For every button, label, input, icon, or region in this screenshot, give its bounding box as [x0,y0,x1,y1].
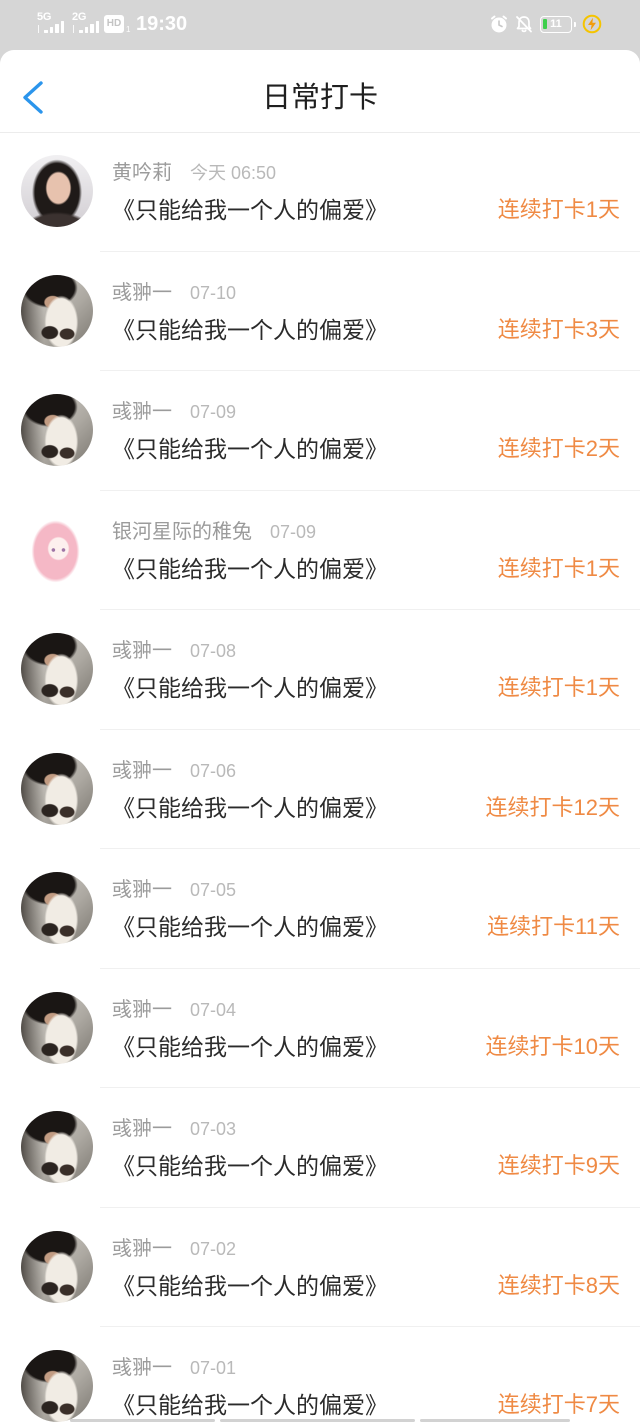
checkin-time: 07-02 [190,1238,237,1259]
charging-icon [582,14,602,34]
bell-off-icon [514,14,534,34]
avatar[interactable] [21,274,93,347]
entry-meta: 彧翀一 07-05 [112,878,236,902]
page-title: 日常打卡 [261,82,378,114]
streak-label: 连续打卡10天 [485,1033,620,1059]
user-name: 彧翀一 [112,998,172,1021]
checkin-time: 07-04 [190,999,237,1020]
checkin-time: 今天 06:50 [190,163,277,183]
checkin-entry[interactable]: 彧翀一 07-02 《只能给我一个人的偏爱》 连续打卡8天 [0,1208,640,1327]
checkin-time: 07-01 [190,1358,237,1378]
avatar[interactable] [21,991,93,1064]
user-name: 黄吟莉 [112,162,172,184]
avatar[interactable] [21,633,93,705]
checkin-time: 07-08 [190,641,237,661]
streak-label: 连续打卡7天 [497,1392,620,1417]
battery-icon: 11 [540,16,576,33]
user-name: 彧翀一 [112,1237,172,1260]
avatar[interactable] [21,513,93,586]
entry-title: 《只能给我一个人的偏爱》 [112,1272,388,1299]
avatar[interactable] [21,872,93,944]
streak-label: 连续打卡12天 [485,794,620,820]
checkin-entry[interactable]: 彧翀一 07-04 《只能给我一个人的偏爱》 连续打卡10天 [0,969,640,1088]
entry-title: 《只能给我一个人的偏爱》 [112,1392,388,1418]
sim1-signal-icon: 5G [36,11,68,35]
entry-meta: 黄吟莉 今天 06:50 [112,161,276,185]
streak-label: 连续打卡3天 [497,316,620,342]
entry-title: 《只能给我一个人的偏爱》 [112,316,388,343]
entry-title: 《只能给我一个人的偏爱》 [112,914,388,940]
data-activity-icon [38,25,42,33]
user-name: 彧翀一 [112,879,172,901]
checkin-entry[interactable]: 银河星际的稚兔 07-09 《只能给我一个人的偏爱》 连续打卡1天 [0,491,640,610]
avatar[interactable] [21,1350,93,1422]
checkin-entry[interactable]: 彧翀一 07-09 《只能给我一个人的偏爱》 连续打卡2天 [0,371,640,491]
streak-label: 连续打卡2天 [497,436,620,461]
indicator-segment [420,1419,570,1422]
checkin-time: 07-10 [190,282,237,303]
checkin-entry[interactable]: 黄吟莉 今天 06:50 《只能给我一个人的偏爱》 连续打卡1天 [0,132,640,252]
user-name: 彧翀一 [112,281,172,304]
checkin-time: 07-03 [190,1119,237,1139]
nav-header: 日常打卡 [0,50,640,132]
user-name: 彧翀一 [112,1118,172,1140]
checkin-time: 07-06 [190,760,237,781]
hd-sim-label: 1 [126,25,131,34]
signal-bars-icon [79,21,101,33]
user-name: 彧翀一 [112,640,172,662]
status-time: 19:30 [136,13,188,35]
user-name: 银河星际的稚兔 [112,520,252,543]
avatar[interactable] [21,1230,93,1303]
user-name: 彧翀一 [112,1357,172,1379]
streak-label: 连续打卡9天 [497,1153,620,1178]
bottom-scroll-indicator [0,1419,640,1423]
battery-nub [573,21,576,27]
data-activity-icon [73,25,77,33]
entry-meta: 彧翀一 07-10 [112,281,236,305]
signal-bars-icon [44,21,66,33]
user-name: 彧翀一 [112,401,172,423]
entry-meta: 彧翀一 07-09 [112,400,236,424]
user-name: 彧翀一 [112,759,172,782]
hd-voice-icon: HD [104,15,124,33]
indicator-segment [70,1419,215,1422]
checkin-entry[interactable]: 彧翀一 07-06 《只能给我一个人的偏爱》 连续打卡12天 [0,730,640,849]
entry-title: 《只能给我一个人的偏爱》 [112,436,388,462]
entry-meta: 彧翀一 07-06 [112,759,236,783]
avatar[interactable] [21,1111,93,1183]
entry-title: 《只能给我一个人的偏爱》 [112,794,388,821]
avatar[interactable] [21,155,93,227]
streak-label: 连续打卡1天 [497,555,620,581]
entry-meta: 彧翀一 07-08 [112,639,236,663]
entry-meta: 彧翀一 07-03 [112,1117,236,1141]
alarm-icon [489,14,509,34]
checkin-entry[interactable]: 彧翀一 07-03 《只能给我一个人的偏爱》 连续打卡9天 [0,1088,640,1208]
entry-meta: 彧翀一 07-04 [112,998,236,1022]
checkin-entry[interactable]: 彧翀一 07-10 《只能给我一个人的偏爱》 连续打卡3天 [0,252,640,371]
entry-title: 《只能给我一个人的偏爱》 [112,1153,388,1179]
battery-level: 11 [550,18,562,30]
entry-title: 《只能给我一个人的偏爱》 [112,555,388,582]
checkin-time: 07-09 [270,521,317,542]
checkin-list[interactable]: 黄吟莉 今天 06:50 《只能给我一个人的偏爱》 连续打卡1天 彧翀一 07-10… [0,132,640,1427]
checkin-entry[interactable]: 彧翀一 07-08 《只能给我一个人的偏爱》 连续打卡1天 [0,610,640,730]
entry-meta: 彧翀一 07-02 [112,1237,236,1261]
entry-meta: 银河星际的稚兔 07-09 [112,520,316,544]
streak-label: 连续打卡1天 [497,675,620,700]
sim2-signal-icon: 2G [71,11,103,35]
entry-meta: 彧翀一 07-01 [112,1356,236,1380]
avatar[interactable] [21,752,93,825]
checkin-entry[interactable]: 彧翀一 07-01 《只能给我一个人的偏爱》 连续打卡7天 [0,1327,640,1427]
streak-label: 连续打卡1天 [497,197,620,222]
avatar[interactable] [21,394,93,466]
checkin-entry[interactable]: 彧翀一 07-05 《只能给我一个人的偏爱》 连续打卡11天 [0,849,640,969]
entry-title: 《只能给我一个人的偏爱》 [112,1033,388,1060]
checkin-time: 07-09 [190,402,237,422]
streak-label: 连续打卡8天 [497,1272,620,1298]
checkin-time: 07-05 [190,880,237,900]
entry-title: 《只能给我一个人的偏爱》 [112,197,388,223]
streak-label: 连续打卡11天 [487,914,620,939]
indicator-segment [220,1419,415,1422]
entry-title: 《只能给我一个人的偏爱》 [112,675,388,701]
